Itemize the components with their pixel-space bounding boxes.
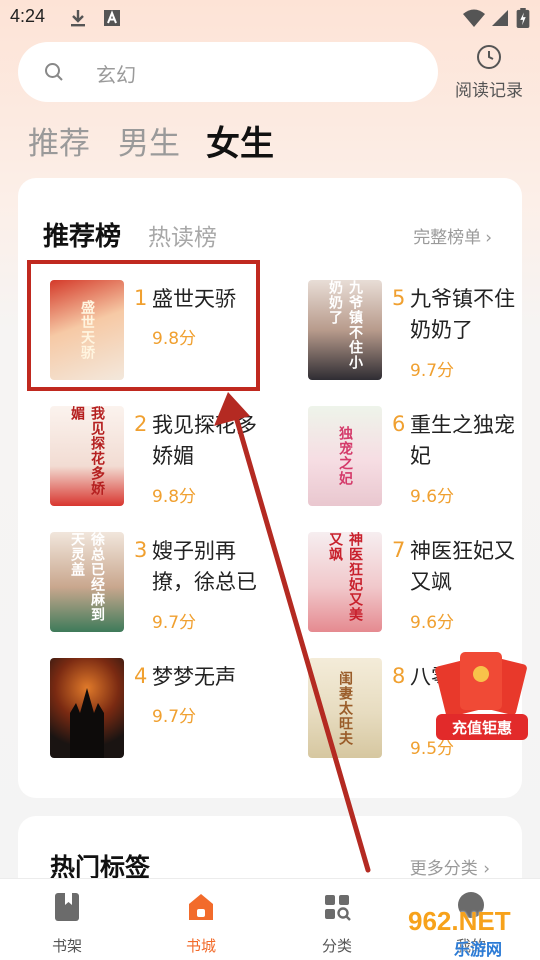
book-title: 梦梦无声: [152, 665, 236, 689]
more-categories-label: 更多分类: [409, 859, 478, 879]
book-score: 9.7分: [410, 361, 455, 381]
nav-bookshelf[interactable]: 书架: [22, 879, 112, 960]
cover-title: 闺妻太旺夫: [337, 670, 353, 746]
rank-number: 2: [134, 412, 148, 436]
promo-label: 充值钜惠: [451, 719, 512, 737]
tab-male[interactable]: 男生: [118, 118, 180, 163]
book-score: 9.8分: [152, 487, 197, 507]
wifi-icon: [463, 9, 485, 27]
book-cover: [50, 658, 124, 758]
rank-number: 4: [134, 664, 148, 688]
download-icon: [71, 10, 85, 27]
nav-category[interactable]: 分类: [292, 879, 382, 960]
book-item[interactable]: 4 梦梦无声 9.7分: [50, 658, 300, 768]
search-icon: [45, 63, 63, 81]
highlight-box: [27, 260, 260, 391]
castle-illustration: [70, 688, 104, 758]
watermark-text: 962.NET: [408, 906, 511, 936]
bookshelf-icon: [55, 893, 79, 921]
reading-history-label: 阅读记录: [455, 81, 523, 101]
book-score: 9.7分: [152, 613, 197, 633]
book-score: 9.6分: [410, 613, 455, 633]
tab-female[interactable]: 女生: [206, 116, 274, 165]
tab-recommend-ranking[interactable]: 推荐榜: [43, 216, 121, 253]
book-item[interactable]: 我见探花多娇媚 2 我见探花多娇媚 9.8分: [50, 406, 300, 516]
cover-title: 我见探花多娇媚: [69, 406, 105, 496]
full-list-label: 完整榜单: [413, 228, 482, 248]
book-score: 9.6分: [410, 487, 455, 507]
cover-title: 徐总已经麻到天灵盖: [69, 532, 105, 622]
reading-history-button[interactable]: 阅读记录: [448, 44, 530, 104]
book-title: 九爷镇不住奶奶了: [410, 287, 515, 342]
full-list-link[interactable]: 完整榜单 ›: [413, 223, 492, 248]
watermark-subtext: 乐游网: [454, 940, 503, 959]
search-input[interactable]: 玄幻: [18, 42, 438, 102]
recharge-promo-button[interactable]: 充值钜惠: [430, 648, 534, 744]
rank-number: 8: [392, 664, 406, 688]
clock-icon: [477, 45, 501, 69]
book-cover: 闺妻太旺夫: [308, 658, 382, 758]
book-item[interactable]: 九爷镇不住小奶奶了 5 九爷镇不住奶奶了 9.7分: [308, 280, 540, 390]
chevron-right-icon: ›: [485, 228, 492, 248]
battery-icon: [516, 8, 530, 28]
cover-title: 独宠之妃: [337, 426, 353, 486]
rank-number: 7: [392, 538, 406, 562]
rank-number: 5: [392, 286, 406, 310]
book-item[interactable]: 神医狂妃又美又飒 7 神医狂妃又又飒 9.6分: [308, 532, 540, 642]
cover-title: 九爷镇不住小奶奶了: [327, 280, 363, 370]
tab-hot-ranking[interactable]: 热读榜: [148, 218, 217, 252]
category-icon: [325, 895, 351, 921]
more-categories-link[interactable]: 更多分类 ›: [410, 854, 490, 879]
book-cover: 九爷镇不住小奶奶了: [308, 280, 382, 380]
book-title: 我见探花多娇媚: [152, 413, 257, 468]
book-cover: 神医狂妃又美又飒: [308, 532, 382, 632]
font-icon: [104, 10, 120, 26]
nav-label: 分类: [321, 937, 352, 955]
book-title: 重生之独宠妃: [410, 413, 515, 468]
chevron-right-icon: ›: [477, 859, 490, 879]
watermark-logo: 962.NET 乐游网: [398, 906, 538, 960]
search-placeholder: 玄幻: [96, 63, 136, 87]
signal-icon: [492, 10, 508, 26]
book-cover: 独宠之妃: [308, 406, 382, 506]
book-score: 9.7分: [152, 707, 197, 727]
nav-label: 书架: [51, 937, 82, 955]
status-time: 4:24: [10, 6, 46, 26]
book-cover: 徐总已经麻到天灵盖: [50, 532, 124, 632]
book-title: 嫂子别再撩，徐总已经麻…: [152, 539, 257, 594]
rank-number: 3: [134, 538, 148, 562]
book-title: 神医狂妃又又飒: [410, 539, 515, 594]
cover-title: 神医狂妃又美又飒: [327, 532, 363, 622]
tab-recommend[interactable]: 推荐: [28, 118, 90, 163]
book-cover: 我见探花多娇媚: [50, 406, 124, 506]
nav-label: 书城: [185, 937, 216, 955]
nav-bookstore[interactable]: 书城: [156, 879, 246, 960]
bookstore-icon: [189, 894, 213, 920]
rank-number: 6: [392, 412, 406, 436]
status-bar: 4:24: [0, 0, 540, 36]
book-item[interactable]: 独宠之妃 6 重生之独宠妃 9.6分: [308, 406, 540, 516]
book-item[interactable]: 徐总已经麻到天灵盖 3 嫂子别再撩，徐总已经麻… 9.7分: [50, 532, 300, 642]
